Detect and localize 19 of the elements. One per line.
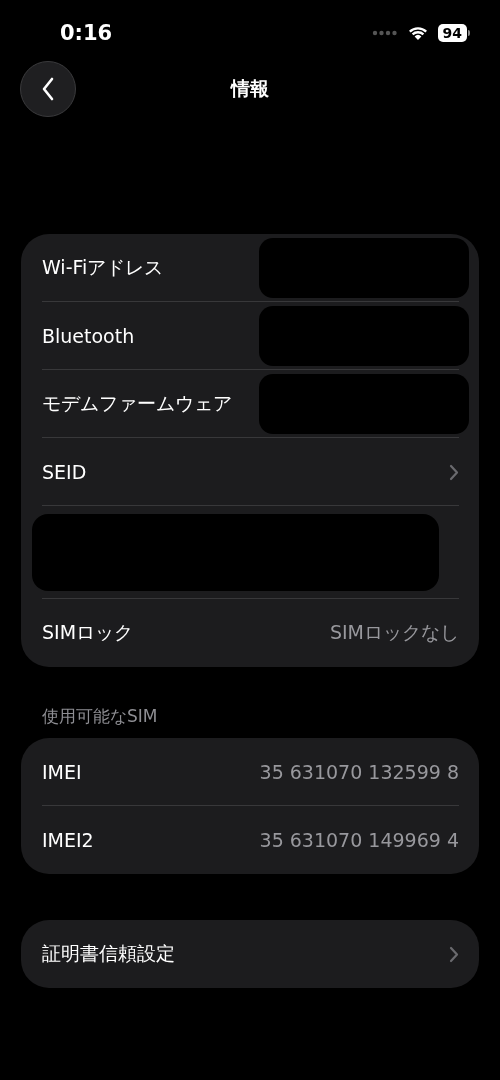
row-label: モデムファームウェア (42, 391, 233, 416)
row-value: 35 631070 132599 8 (259, 761, 459, 783)
row-value: 35 631070 149969 4 (259, 829, 459, 851)
row-label: 証明書信頼設定 (42, 941, 176, 966)
page-title: 情報 (231, 76, 269, 101)
row-value: SIMロックなし (329, 620, 459, 645)
back-button[interactable] (20, 61, 76, 117)
row-label: SEID (42, 461, 88, 483)
signal-dots-icon (371, 30, 398, 36)
row-label: IMEI2 (42, 829, 95, 851)
row-label: Wi-Fiアドレス (42, 255, 165, 280)
clock-time: 0:16 (60, 21, 113, 45)
battery-level: 94 (437, 24, 467, 42)
row-label: Bluetooth (42, 325, 136, 347)
wifi-icon (407, 25, 428, 41)
row-label: SIMロック (42, 620, 135, 645)
back-chevron-icon (41, 77, 55, 101)
row-label: IMEI (42, 761, 83, 783)
section-header: 使用可能なSIM (42, 705, 159, 728)
